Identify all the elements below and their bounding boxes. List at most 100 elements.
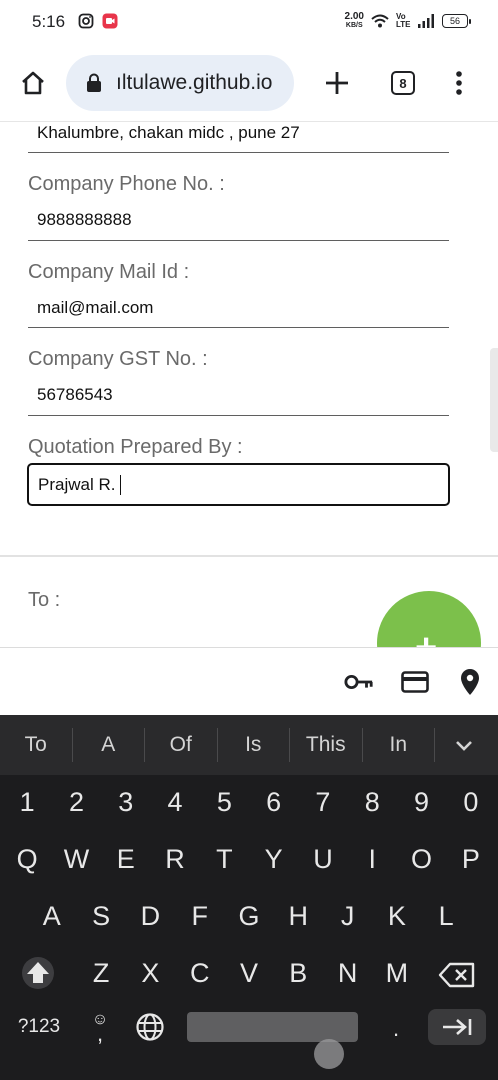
prepared-by-input[interactable]: Prajwal R. — [27, 463, 450, 506]
suggestion-item[interactable]: This — [290, 733, 362, 757]
key-h[interactable]: H — [274, 890, 323, 942]
period-key[interactable]: . — [384, 1015, 408, 1043]
volte-indicator: Vo LTE — [396, 12, 411, 29]
battery-icon: 56 — [442, 14, 471, 28]
gst-underline — [28, 415, 449, 416]
key-e[interactable]: E — [101, 833, 150, 885]
address-bar[interactable]: ıltulawe.github.io — [66, 55, 294, 111]
gst-field[interactable]: 56786543 — [37, 385, 113, 405]
key-m[interactable]: M — [372, 947, 421, 999]
prepared-by-value: Prajwal R. — [38, 474, 116, 494]
scroll-indicator[interactable] — [490, 348, 498, 452]
collapse-suggestions-icon[interactable] — [452, 733, 476, 757]
language-key[interactable] — [134, 1011, 166, 1043]
key-x[interactable]: X — [126, 947, 175, 999]
key-r[interactable]: R — [150, 833, 199, 885]
menu-button[interactable] — [442, 66, 476, 100]
space-bar[interactable] — [187, 1012, 358, 1042]
key-z[interactable]: Z — [76, 947, 125, 999]
payment-methods-button[interactable] — [400, 668, 430, 696]
key-j[interactable]: J — [323, 890, 372, 942]
net-speed: 2.00 KB/S — [344, 11, 364, 30]
tab-next-icon — [443, 1019, 472, 1035]
new-tab-button[interactable] — [320, 66, 354, 100]
key-n[interactable]: N — [323, 947, 372, 999]
instagram-icon — [78, 13, 94, 29]
emoji-comma-key[interactable]: ☺ , — [86, 1005, 114, 1049]
to-label: To : — [28, 589, 61, 611]
suggestion-item[interactable]: To — [0, 733, 72, 757]
key-o[interactable]: O — [397, 833, 446, 885]
key-icon — [344, 674, 373, 690]
suggestion-item[interactable]: A — [73, 733, 145, 757]
key-v[interactable]: V — [224, 947, 273, 999]
lock-icon — [87, 73, 101, 92]
key-f[interactable]: F — [175, 890, 224, 942]
phone-field[interactable]: 9888888888 — [37, 210, 132, 230]
gst-label: Company GST No. : — [28, 348, 208, 370]
mail-label: Company Mail Id : — [28, 261, 190, 283]
key-y[interactable]: Y — [249, 833, 298, 885]
key-p[interactable]: P — [446, 833, 495, 885]
new-tab-icon — [326, 72, 348, 94]
phone-underline — [28, 240, 449, 241]
key-0[interactable]: 0 — [446, 776, 495, 828]
tab-switcher-button[interactable]: 8 — [386, 66, 420, 100]
home-button[interactable] — [16, 66, 50, 100]
phone-label: Company Phone No. : — [28, 173, 225, 195]
key-w[interactable]: W — [52, 833, 101, 885]
key-1[interactable]: 1 — [3, 776, 52, 828]
key-4[interactable]: 4 — [150, 776, 199, 828]
location-pin-icon — [461, 669, 479, 695]
key-c[interactable]: C — [175, 947, 224, 999]
screen-recorder-icon — [102, 13, 118, 29]
suggestion-item[interactable]: Of — [145, 733, 217, 757]
key-t[interactable]: T — [200, 833, 249, 885]
key-i[interactable]: I — [348, 833, 397, 885]
mail-field[interactable]: mail@mail.com — [37, 298, 153, 318]
suggestion-strip: To A Of Is This In — [0, 715, 498, 775]
addresses-button[interactable] — [455, 668, 485, 696]
comma-glyph: , — [96, 1021, 104, 1046]
key-a[interactable]: A — [27, 890, 76, 942]
status-right-icons: 2.00 KB/S Vo LTE 56 — [344, 11, 471, 30]
status-bar: 5:16 2.00 KB/S Vo LTE 56 — [0, 0, 498, 44]
credit-card-icon — [401, 671, 429, 693]
key-5[interactable]: 5 — [200, 776, 249, 828]
key-s[interactable]: S — [76, 890, 125, 942]
suggestion-item[interactable]: In — [363, 733, 435, 757]
key-3[interactable]: 3 — [101, 776, 150, 828]
key-l[interactable]: L — [422, 890, 471, 942]
signal-icon — [418, 14, 434, 28]
text-caret — [120, 474, 122, 495]
number-row: 1 2 3 4 5 6 7 8 9 0 — [0, 776, 498, 828]
soft-keyboard: To A Of Is This In 1 2 3 4 5 6 7 8 9 0 Q… — [0, 715, 498, 1080]
plus-icon: + — [415, 627, 437, 647]
section-divider — [0, 555, 498, 557]
key-q[interactable]: Q — [3, 833, 52, 885]
key-u[interactable]: U — [298, 833, 347, 885]
wifi-icon — [371, 14, 389, 28]
add-button[interactable]: + — [377, 591, 481, 647]
globe-icon — [136, 1013, 164, 1041]
key-b[interactable]: B — [274, 947, 323, 999]
next-key[interactable] — [428, 1009, 486, 1045]
key-9[interactable]: 9 — [397, 776, 446, 828]
suggestion-item[interactable]: Is — [218, 733, 290, 757]
key-d[interactable]: D — [126, 890, 175, 942]
key-k[interactable]: K — [372, 890, 421, 942]
symbols-key[interactable]: ?123 — [12, 1013, 66, 1041]
letter-row-1: Q W E R T Y U I O P — [0, 833, 498, 885]
status-time: 5:16 — [32, 12, 66, 31]
key-7[interactable]: 7 — [298, 776, 347, 828]
touch-indicator — [314, 1039, 344, 1069]
address-field[interactable]: Khalumbre, chakan midc , pune 27 — [37, 123, 300, 143]
backspace-key[interactable] — [436, 959, 478, 991]
key-g[interactable]: G — [224, 890, 273, 942]
key-8[interactable]: 8 — [348, 776, 397, 828]
address-underline — [28, 152, 449, 153]
passwords-button[interactable] — [344, 668, 374, 696]
url-text: ıltulawe.github.io — [116, 71, 273, 94]
key-6[interactable]: 6 — [249, 776, 298, 828]
key-2[interactable]: 2 — [52, 776, 101, 828]
